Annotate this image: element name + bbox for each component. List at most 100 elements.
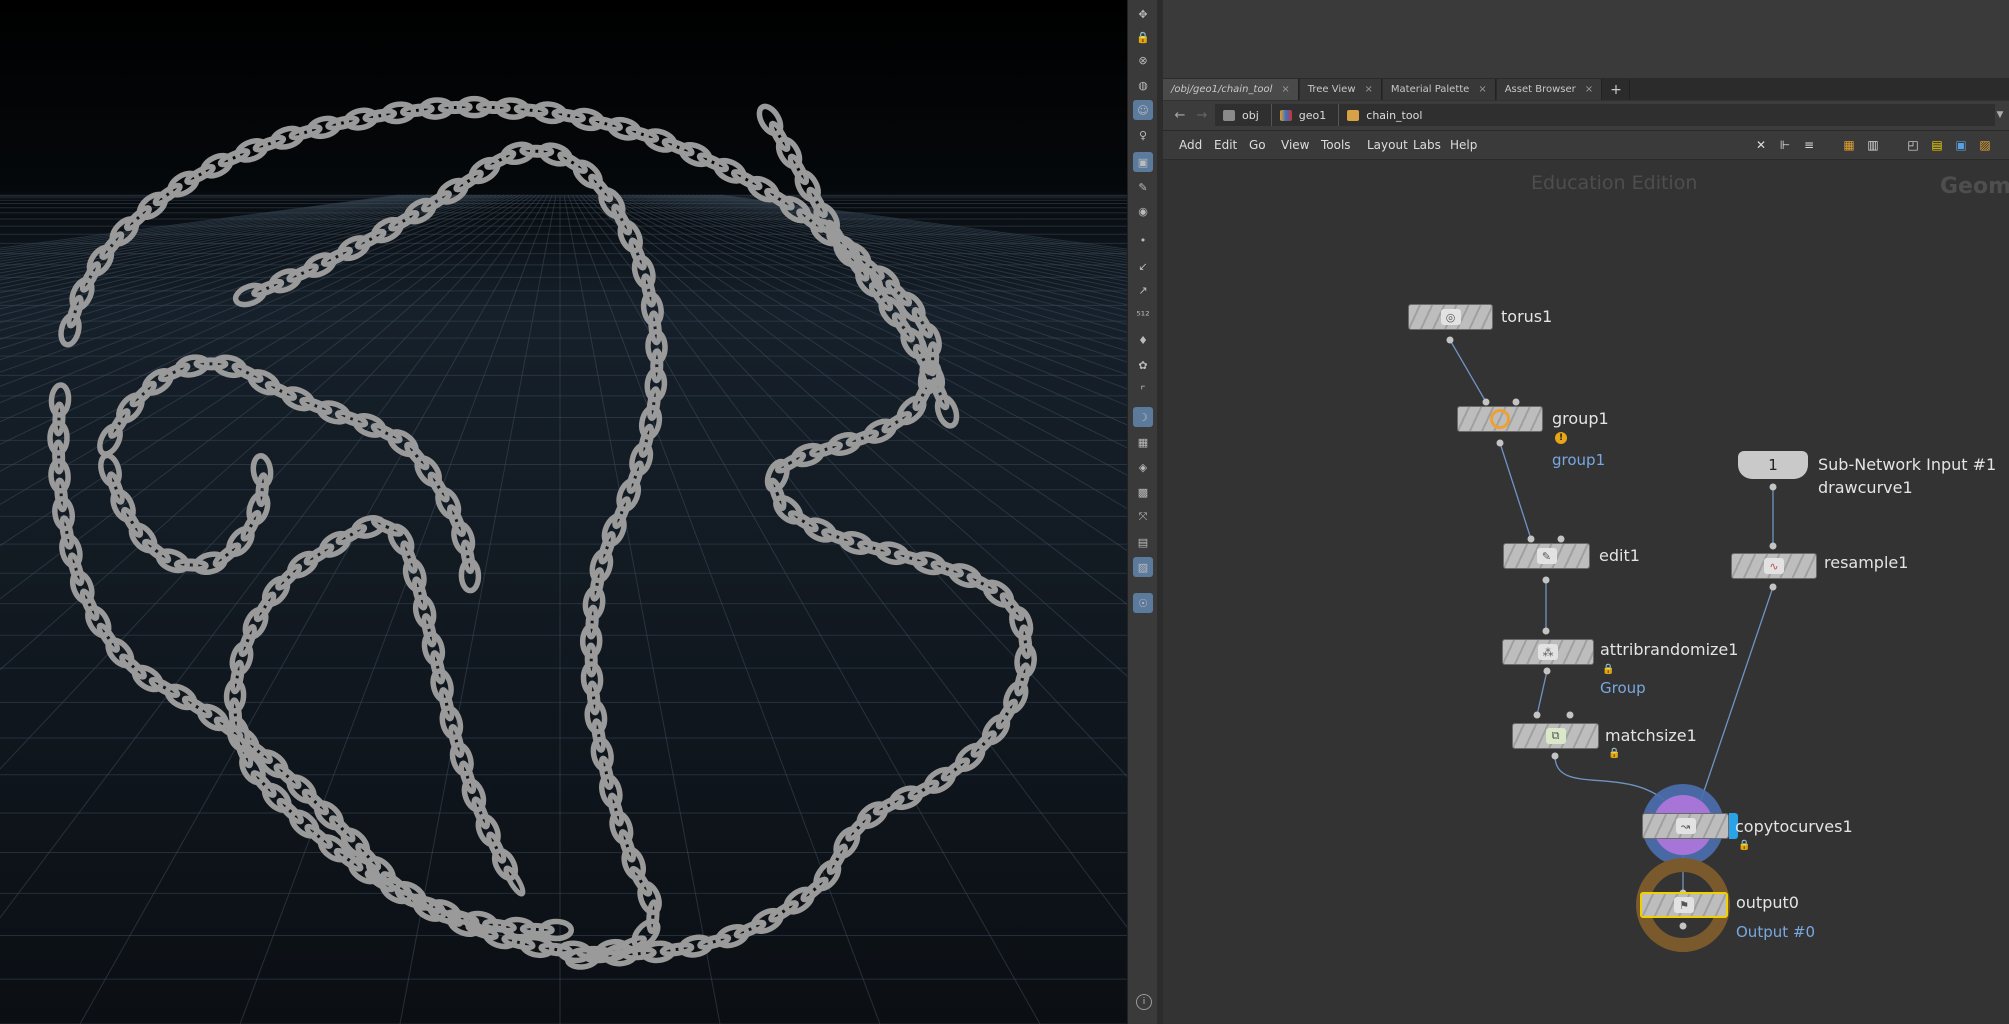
point-icon[interactable]: •: [1133, 230, 1153, 250]
layout-icon[interactable]: ▥: [1864, 136, 1882, 154]
brush-icon[interactable]: ✎: [1133, 177, 1153, 197]
light-icon[interactable]: ☉: [1133, 593, 1153, 613]
crumb-label: obj: [1242, 108, 1259, 122]
pin-icon[interactable]: ↗: [1133, 280, 1153, 300]
angle-icon[interactable]: ⌜: [1133, 380, 1153, 400]
crumb-label: geo1: [1298, 108, 1327, 122]
tab-label: Tree View: [1307, 84, 1356, 95]
menu-tools[interactable]: Tools: [1321, 131, 1351, 159]
viewport-canvas[interactable]: [0, 0, 1127, 1024]
menu-go[interactable]: Go: [1249, 131, 1266, 159]
menu-help[interactable]: Help: [1450, 131, 1477, 159]
node-label: copytocurves1: [1735, 817, 1853, 836]
background-image-icon[interactable]: ▣: [1952, 136, 1970, 154]
matchsize-icon: ⧉: [1545, 728, 1566, 744]
node-label: edit1: [1599, 546, 1640, 565]
tab-label: Material Palette: [1390, 84, 1470, 95]
checkered-flag-icon: ⚑: [1674, 897, 1694, 913]
node-label: attribrandomize1: [1600, 640, 1739, 659]
sticky-note-icon[interactable]: ▤: [1928, 136, 1946, 154]
frame-icon[interactable]: ▩: [1133, 482, 1153, 502]
lock-icon[interactable]: 🔒: [1133, 27, 1153, 47]
node-label: resample1: [1824, 553, 1909, 572]
scene-viewport[interactable]: [0, 0, 1127, 1024]
asset-icon[interactable]: ▨: [1976, 136, 1994, 154]
geometry-icon: [1279, 109, 1292, 121]
tab-label: Asset Browser: [1504, 84, 1576, 95]
warning-icon[interactable]: !: [1555, 432, 1567, 444]
lock-icon[interactable]: 🔒: [1738, 840, 1750, 851]
paint-icon[interactable]: ♦: [1133, 330, 1153, 350]
node-edit1[interactable]: ✎: [1503, 543, 1590, 569]
wrench-icon[interactable]: ✕: [1752, 136, 1770, 154]
network-pane: /obj/geo1/chain_tool × Tree View × Mater…: [1163, 0, 2009, 1024]
close-icon[interactable]: ×: [1365, 84, 1373, 95]
close-icon[interactable]: ×: [1281, 84, 1289, 95]
pose-icon[interactable]: ☺: [1133, 100, 1153, 120]
menu-view[interactable]: View: [1281, 131, 1309, 159]
info-icon[interactable]: i: [1136, 994, 1152, 1010]
lock-icon[interactable]: 🔒: [1602, 664, 1614, 675]
path-bar: ← → obj geo1 chain_tool ▼: [1163, 101, 2009, 131]
pane-tab-bar: /obj/geo1/chain_tool × Tree View × Mater…: [1163, 79, 2009, 100]
node-group1[interactable]: [1457, 406, 1543, 432]
render-icon[interactable]: ◉: [1133, 201, 1153, 221]
chevron-down-icon[interactable]: ▼: [1991, 106, 2009, 124]
node-attribrandomize1[interactable]: ⁂: [1502, 639, 1594, 665]
box-icon[interactable]: ▤: [1133, 532, 1153, 552]
tab-asset-browser[interactable]: Asset Browser ×: [1496, 79, 1603, 100]
torus-icon: ◎: [1440, 309, 1461, 325]
network-box-icon[interactable]: ◰: [1904, 136, 1922, 154]
wire-group-edit: [1499, 442, 1532, 540]
select-tool-icon[interactable]: ✥: [1133, 4, 1153, 24]
tab-tree-view[interactable]: Tree View ×: [1299, 79, 1382, 100]
subnet-input-node[interactable]: 1: [1738, 451, 1808, 479]
menu-add[interactable]: Add: [1179, 131, 1202, 159]
menu-labs[interactable]: Labs: [1413, 131, 1441, 159]
breadcrumb: obj geo1 chain_tool: [1215, 104, 1995, 126]
vector-icon[interactable]: ⤧: [1133, 507, 1153, 527]
menu-layout[interactable]: Layout: [1367, 131, 1408, 159]
menu-edit[interactable]: Edit: [1214, 131, 1237, 159]
back-arrow-icon[interactable]: ←: [1171, 106, 1189, 124]
group-icon: [1490, 409, 1510, 429]
network-menu-bar: Add Edit Go View Tools Layout Labs Help …: [1163, 131, 2009, 160]
numbers-icon[interactable]: ⁵¹²: [1133, 305, 1153, 325]
node-comment: Output #0: [1736, 923, 1815, 941]
tab-network-path[interactable]: /obj/geo1/chain_tool ×: [1163, 79, 1299, 100]
image-icon[interactable]: ▨: [1133, 557, 1153, 577]
node-copytocurves1[interactable]: ↝: [1642, 813, 1729, 839]
node-label: output0: [1736, 893, 1799, 912]
spray-icon[interactable]: ✿: [1133, 355, 1153, 375]
sculpt-icon[interactable]: ☽: [1133, 407, 1153, 427]
shaded-icon[interactable]: ◈: [1133, 457, 1153, 477]
breadcrumb-obj[interactable]: obj: [1215, 104, 1272, 126]
snap-icon[interactable]: ⊗: [1133, 50, 1153, 70]
breadcrumb-geo1[interactable]: geo1: [1272, 104, 1340, 126]
wire-attrib-match: [1536, 670, 1548, 716]
edit-brush-icon: ✎: [1536, 548, 1557, 564]
close-icon[interactable]: ×: [1478, 84, 1486, 95]
node-label: torus1: [1501, 307, 1553, 326]
camera-icon[interactable]: ◍: [1133, 75, 1153, 95]
forward-arrow-icon[interactable]: →: [1193, 106, 1211, 124]
wire-torus-group: [1449, 339, 1487, 403]
close-icon[interactable]: ×: [1585, 84, 1593, 95]
node-output0[interactable]: ⚑: [1640, 892, 1728, 918]
network-editor[interactable]: Education Edition Geome: [1163, 160, 2009, 1024]
node-resample1[interactable]: ∿: [1731, 553, 1817, 579]
tab-material-palette[interactable]: Material Palette ×: [1382, 79, 1496, 100]
grid-view-icon[interactable]: ▦: [1840, 136, 1858, 154]
checker-icon[interactable]: ▦: [1133, 432, 1153, 452]
node-wires: [1446, 336, 1777, 952]
tree-icon[interactable]: ⊩: [1776, 136, 1794, 154]
list-icon[interactable]: ≡: [1800, 136, 1818, 154]
lock-icon[interactable]: 🔒: [1608, 748, 1620, 759]
node-matchsize1[interactable]: ⧉: [1512, 723, 1599, 749]
edge-icon[interactable]: ↙: [1133, 256, 1153, 276]
viewport-display-icon[interactable]: ▣: [1133, 152, 1153, 172]
add-tab-button[interactable]: +: [1603, 79, 1630, 100]
person-icon[interactable]: ♀: [1133, 125, 1153, 145]
breadcrumb-chain-tool[interactable]: chain_tool: [1339, 104, 1434, 126]
node-torus1[interactable]: ◎: [1408, 304, 1493, 330]
